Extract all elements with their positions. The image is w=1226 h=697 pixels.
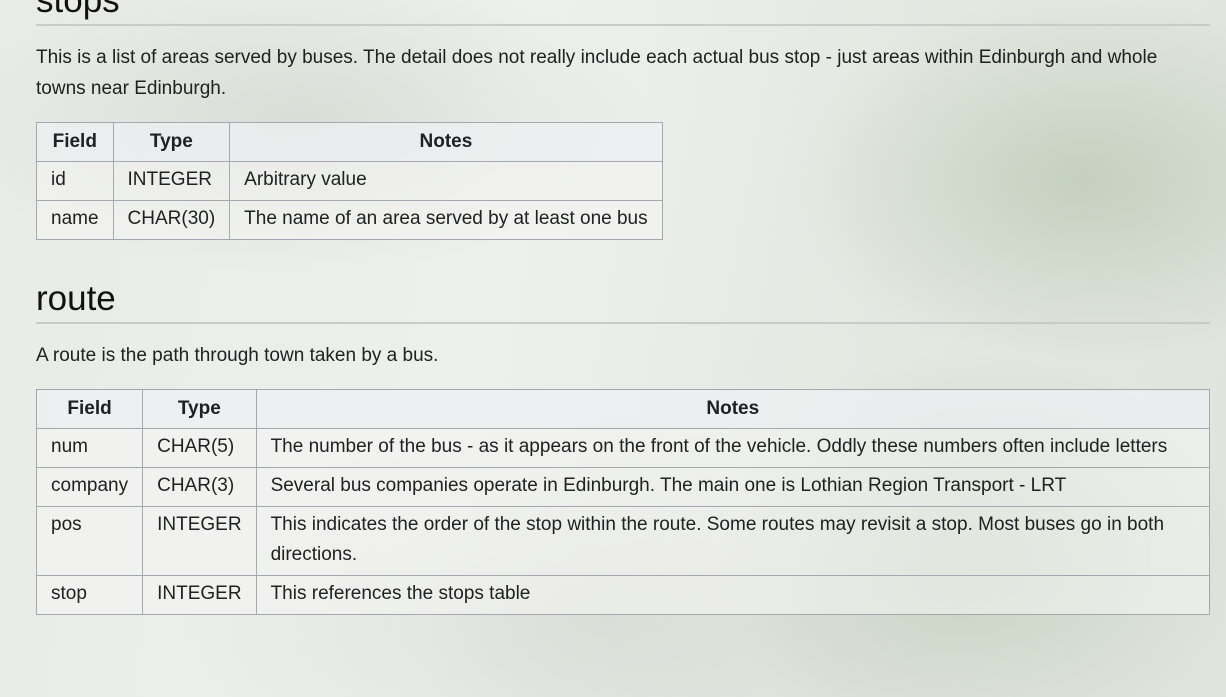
column-header-type: Type — [142, 389, 257, 429]
column-header-field: Field — [36, 122, 114, 162]
notes-cell: This references the stops table — [255, 575, 1211, 615]
table-row: name CHAR(30) The name of an area served… — [36, 200, 663, 240]
field-cell: company — [35, 467, 144, 507]
stops-table: Field Type Notes id INTEGER Arbitrary va… — [36, 122, 663, 240]
type-cell: CHAR(5) — [142, 428, 257, 468]
column-header-notes: Notes — [255, 389, 1211, 429]
field-cell: name — [36, 200, 114, 240]
table-row: id INTEGER Arbitrary value — [36, 161, 663, 201]
type-cell: INTEGER — [142, 575, 257, 615]
notes-cell: The number of the bus - as it appears on… — [255, 428, 1211, 468]
type-cell: CHAR(30) — [112, 200, 231, 240]
stops-description: This is a list of areas served by buses.… — [36, 47, 1158, 99]
table-row: stop INTEGER This references the stops t… — [35, 575, 1211, 615]
table-row: pos INTEGER This indicates the order of … — [35, 506, 1211, 576]
field-cell: id — [36, 161, 114, 201]
table-row: company CHAR(3) Several bus companies op… — [35, 467, 1211, 507]
table-header-row: Field Type Notes — [35, 389, 1211, 429]
notes-cell: Several bus companies operate in Edinbur… — [255, 467, 1211, 507]
notes-cell: This indicates the order of the stop wit… — [255, 506, 1211, 576]
field-cell: pos — [35, 506, 144, 576]
field-cell: stop — [35, 575, 144, 615]
type-cell: INTEGER — [112, 161, 231, 201]
table-header-row: Field Type Notes — [36, 122, 663, 162]
field-cell: num — [35, 428, 144, 468]
route-table: Field Type Notes num CHAR(5) The number … — [35, 389, 1211, 615]
column-header-field: Field — [35, 389, 144, 429]
page-content: stops This is a list of areas served by … — [35, 0, 1211, 615]
notes-cell: Arbitrary value — [229, 161, 663, 201]
notes-cell: The name of an area served by at least o… — [229, 200, 663, 240]
section-heading-route: route — [36, 278, 1210, 324]
route-description: A route is the path through town taken b… — [36, 345, 439, 366]
section-heading-stops: stops — [36, 0, 1210, 26]
column-header-notes: Notes — [229, 122, 663, 162]
column-header-type: Type — [112, 122, 231, 162]
type-cell: CHAR(3) — [142, 467, 257, 507]
table-row: num CHAR(5) The number of the bus - as i… — [35, 428, 1211, 468]
type-cell: INTEGER — [142, 506, 257, 576]
